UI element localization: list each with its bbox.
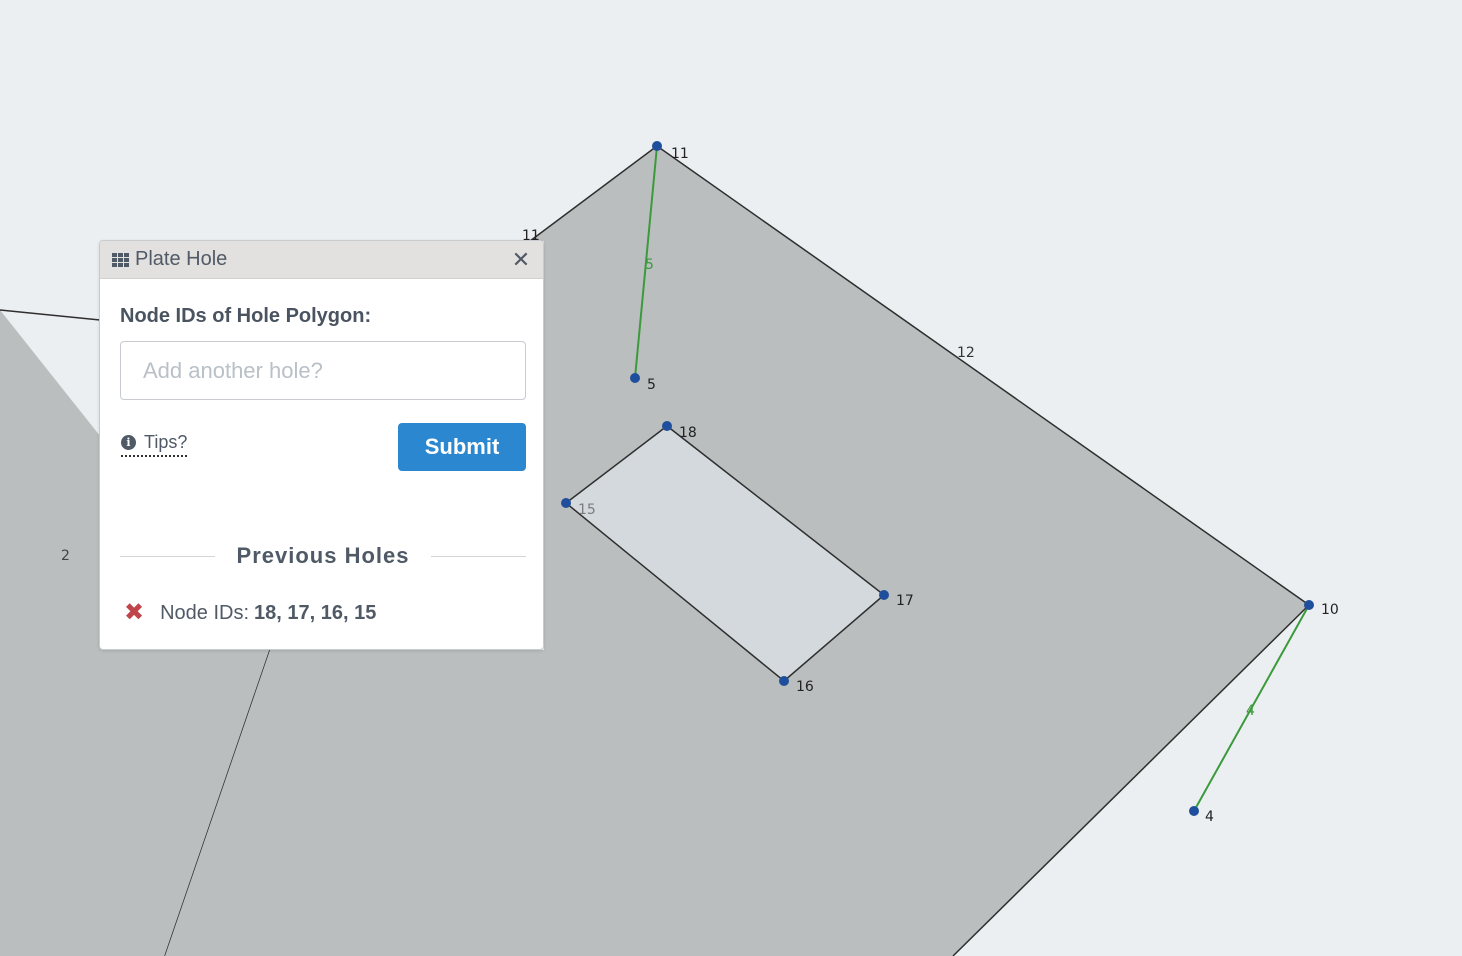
node-18[interactable] xyxy=(662,421,672,431)
panel-header[interactable]: Plate Hole ✕ xyxy=(100,241,543,279)
node-label-16: 16 xyxy=(796,679,814,695)
grid-icon xyxy=(112,252,129,267)
divider-line-right xyxy=(431,555,527,557)
node-16[interactable] xyxy=(779,676,789,686)
previous-hole-ids: 18, 17, 16, 15 xyxy=(254,601,377,624)
close-icon[interactable]: ✕ xyxy=(511,247,531,272)
node-10[interactable] xyxy=(1304,600,1314,610)
previous-hole-prefix: Node IDs: xyxy=(160,601,250,624)
previous-holes-divider: Previous Holes xyxy=(120,541,527,571)
node-4[interactable] xyxy=(1189,806,1199,816)
node-17[interactable] xyxy=(879,590,889,600)
plate-hole-panel: Plate Hole ✕ Node IDs of Hole Polygon: i… xyxy=(99,240,544,650)
field-label: Node IDs of Hole Polygon: xyxy=(120,305,372,327)
node-5[interactable] xyxy=(630,373,640,383)
edge-label-2: 2 xyxy=(61,548,70,564)
node-label-5: 5 xyxy=(647,377,656,393)
node-label-15: 15 xyxy=(578,502,596,518)
node-label-10: 10 xyxy=(1321,602,1339,618)
previous-holes-heading: Previous Holes xyxy=(236,543,410,568)
tips-link[interactable]: i Tips? xyxy=(121,432,188,457)
delete-icon[interactable]: ✖ xyxy=(124,601,144,625)
divider-line-left xyxy=(120,555,215,557)
node-label-17: 17 xyxy=(896,593,914,609)
support-label-5: 5 xyxy=(645,257,654,273)
node-15[interactable] xyxy=(561,498,571,508)
node-label-18: 18 xyxy=(679,425,697,441)
edge-label-12: 12 xyxy=(957,345,975,361)
node-label-4: 4 xyxy=(1205,809,1214,825)
tips-label: Tips? xyxy=(144,432,188,452)
support-label-4: 4 xyxy=(1246,703,1255,719)
node-11[interactable] xyxy=(652,141,662,151)
node-label-11: 11 xyxy=(671,146,689,162)
previous-hole-item: ✖ Node IDs: 18, 17, 16, 15 xyxy=(124,601,376,625)
hole-node-ids-input[interactable] xyxy=(120,341,526,400)
panel-title: Plate Hole xyxy=(135,248,228,270)
submit-button[interactable]: Submit xyxy=(398,423,526,471)
info-icon: i xyxy=(121,435,136,450)
